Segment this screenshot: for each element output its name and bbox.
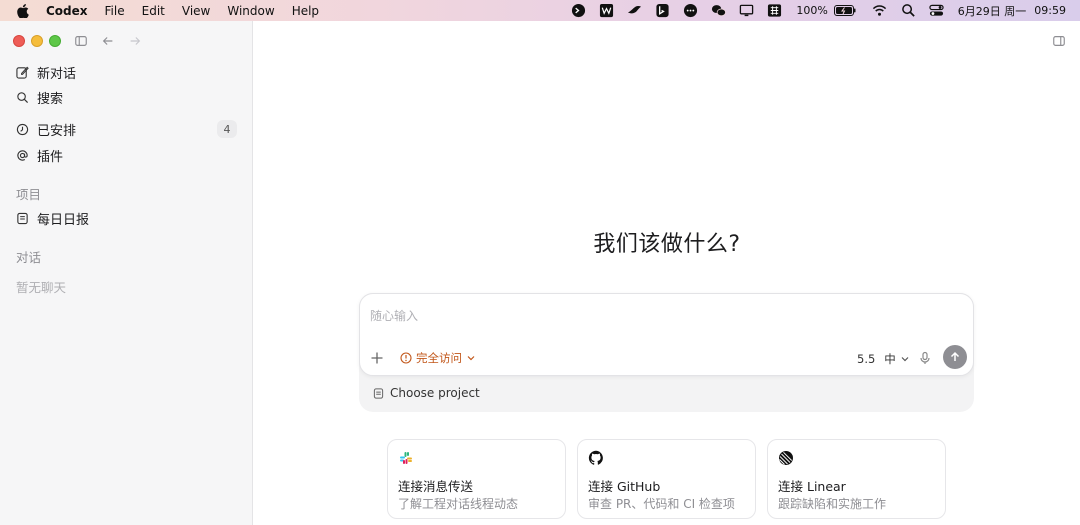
card-title: 连接 Linear: [778, 479, 846, 494]
sidebar-item-project-daily-report[interactable]: 每日日报: [8, 206, 245, 230]
menu-window[interactable]: Window: [227, 4, 274, 18]
slack-icon: [398, 450, 414, 466]
choose-project-button[interactable]: Choose project: [373, 386, 480, 400]
arrow-up-icon: [950, 351, 960, 361]
access-mode-label: 完全访问: [416, 351, 462, 365]
connect-linear-card[interactable]: 连接 Linear 跟踪缺陷和实施工作: [767, 439, 946, 519]
menu-edit[interactable]: Edit: [142, 4, 165, 18]
sidebar-item-search[interactable]: 搜索: [8, 85, 245, 109]
control-center-icon[interactable]: [929, 3, 944, 18]
sidebar: 新对话 搜索 已安排 4 插件 项目 每日日报 对话 暂无聊天: [0, 21, 253, 525]
clock-icon: [16, 123, 29, 136]
menubar-time[interactable]: 09:59: [1034, 4, 1066, 17]
back-arrow-icon[interactable]: [100, 33, 116, 49]
window-minimize-button[interactable]: [31, 35, 43, 47]
connect-github-card[interactable]: 连接 GitHub 审查 PR、代码和 CI 检查项: [577, 439, 756, 519]
wechat-tray-icon[interactable]: [711, 3, 727, 18]
chat-bubble-tray-icon[interactable]: [683, 3, 698, 18]
microphone-icon[interactable]: [917, 350, 933, 366]
linear-icon: [778, 450, 794, 466]
chevron-down-icon: [901, 357, 909, 362]
access-mode-dropdown[interactable]: 完全访问: [400, 350, 476, 366]
window-close-button[interactable]: [13, 35, 25, 47]
wps-tray-icon[interactable]: [599, 3, 614, 18]
model-selector[interactable]: 5.5 中: [857, 351, 910, 367]
apple-icon[interactable]: [16, 3, 30, 18]
main-panel: 我们该做什么? 随心输入 完全访问 5.5 中 Choose project 连…: [254, 21, 1080, 525]
scheduled-count-badge: 4: [217, 120, 237, 138]
sidebar-item-label: 每日日报: [37, 212, 90, 228]
connect-messaging-card[interactable]: 连接消息传送 了解工程对话线程动态: [387, 439, 566, 519]
document-icon: [16, 212, 29, 225]
menu-view[interactable]: View: [182, 4, 210, 18]
chevron-down-icon: [467, 356, 475, 361]
menu-bar: Codex File Edit View Window Help 100% 6月…: [0, 0, 1080, 21]
warning-icon: [400, 352, 412, 364]
terminal-tray-icon[interactable]: [571, 3, 586, 18]
model-level: 中: [884, 352, 896, 366]
card-subtitle: 审查 PR、代码和 CI 检查项: [588, 497, 735, 511]
sidebar-item-plugins[interactable]: 插件: [8, 143, 245, 167]
wifi-icon[interactable]: [872, 3, 887, 18]
sidebar-item-label: 已安排: [37, 123, 77, 139]
menubar-date[interactable]: 6月29日 周一: [958, 3, 1027, 19]
composer-input[interactable]: 随心输入: [370, 307, 418, 324]
search-icon: [16, 91, 29, 104]
page-title: 我们该做什么?: [593, 232, 741, 257]
conversations-empty-text: 暂无聊天: [16, 280, 67, 295]
card-subtitle: 了解工程对话线程动态: [398, 497, 519, 511]
composer[interactable]: 随心输入 完全访问 5.5 中: [359, 293, 974, 376]
battery-percent: 100%: [796, 4, 828, 17]
bing-tray-icon[interactable]: [655, 3, 670, 18]
at-icon: [16, 149, 29, 162]
card-subtitle: 跟踪缺陷和实施工作: [778, 497, 887, 511]
sidebar-item-scheduled[interactable]: 已安排 4: [8, 117, 245, 141]
compose-icon: [16, 66, 29, 79]
menu-file[interactable]: File: [105, 4, 125, 18]
menu-codex[interactable]: Codex: [46, 4, 88, 18]
sidebar-item-label: 搜索: [37, 91, 64, 107]
battery-icon[interactable]: [833, 5, 856, 16]
sidebar-item-new-chat[interactable]: 新对话: [8, 60, 245, 84]
composer-container: 随心输入 完全访问 5.5 中 Choose project: [359, 293, 974, 412]
send-button[interactable]: [943, 345, 967, 369]
document-icon: [373, 387, 384, 399]
choose-project-label: Choose project: [390, 386, 480, 400]
sidebar-item-label: 新对话: [37, 66, 77, 82]
input-method-tray-icon[interactable]: [767, 3, 782, 18]
conversations-section-label: 对话: [16, 250, 42, 265]
sidebar-item-label: 插件: [37, 149, 64, 165]
github-icon: [588, 450, 604, 466]
display-tray-icon[interactable]: [739, 3, 754, 18]
card-title: 连接消息传送: [398, 479, 474, 494]
menu-help[interactable]: Help: [292, 4, 319, 18]
forward-arrow-icon[interactable]: [127, 33, 143, 49]
right-panel-toggle-icon[interactable]: [1052, 33, 1068, 49]
card-title: 连接 GitHub: [588, 479, 661, 494]
projects-section-label: 项目: [16, 187, 42, 202]
spotlight-search-icon[interactable]: [901, 3, 916, 18]
sidebar-toggle-icon[interactable]: [73, 33, 89, 49]
bird-tray-icon[interactable]: [627, 3, 642, 18]
model-version: 5.5: [857, 352, 876, 366]
window-zoom-button[interactable]: [49, 35, 61, 47]
plus-icon[interactable]: [369, 350, 385, 366]
